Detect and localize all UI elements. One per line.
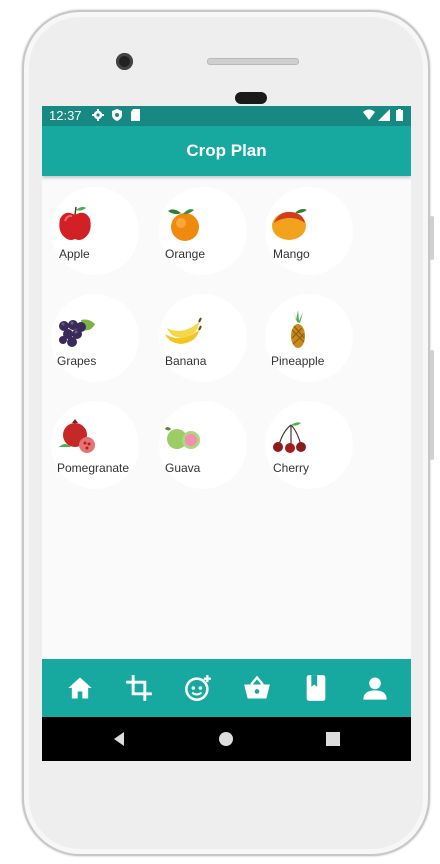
- crop-label: Orange: [165, 247, 206, 261]
- crop-label: Cherry: [273, 461, 310, 475]
- crop-label: Mango: [273, 247, 310, 261]
- pomegranate-icon: [59, 419, 95, 453]
- crop-item-pomegranate[interactable]: Pomegranate: [51, 401, 139, 489]
- cherry-icon: [273, 422, 306, 453]
- home-button-icon[interactable]: [218, 731, 234, 747]
- orange-icon: [168, 209, 199, 241]
- basket-icon[interactable]: [243, 674, 271, 702]
- crop-item-mango[interactable]: Mango: [265, 187, 353, 275]
- crop-item-banana[interactable]: Banana: [159, 294, 247, 382]
- crop-label: Pineapple: [271, 354, 325, 368]
- pineapple-icon: [291, 310, 305, 348]
- app-screen: 12:37 Crop Plan Apple Orange Mango Grape…: [42, 106, 411, 761]
- proximity-sensor: [235, 92, 267, 104]
- home-icon[interactable]: [66, 674, 94, 702]
- crop-label: Apple: [59, 247, 90, 261]
- system-navigation-bar: [42, 717, 411, 761]
- crop-item-orange[interactable]: Orange: [159, 187, 247, 275]
- front-camera: [116, 53, 133, 70]
- page-title: Crop Plan: [186, 141, 267, 160]
- shield-icon: [112, 109, 122, 121]
- bottom-navigation: [42, 659, 411, 717]
- crop-label: Guava: [165, 461, 201, 475]
- crop-label: Pomegranate: [57, 461, 130, 475]
- recents-icon[interactable]: [325, 731, 341, 747]
- mango-icon: [272, 209, 307, 240]
- battery-icon: [396, 109, 403, 121]
- app-bar: Crop Plan: [42, 126, 411, 176]
- crop-item-cherry[interactable]: Cherry: [265, 401, 353, 489]
- volume-button: [430, 216, 434, 260]
- grapes-icon: [59, 319, 95, 347]
- back-icon[interactable]: [111, 731, 127, 747]
- crop-label: Grapes: [57, 354, 97, 368]
- crop-icon[interactable]: [125, 674, 153, 702]
- apple-icon: [59, 206, 91, 240]
- status-time: 12:37: [49, 108, 82, 123]
- guava-icon: [165, 427, 200, 449]
- crop-item-pineapple[interactable]: Pineapple: [265, 294, 353, 382]
- signal-icon: [378, 109, 390, 121]
- plant-doctor-icon[interactable]: [184, 674, 212, 702]
- sd-card-icon: [131, 109, 140, 121]
- crop-item-guava[interactable]: Guava: [159, 401, 247, 489]
- power-button: [430, 350, 434, 460]
- banana-icon: [165, 317, 202, 344]
- crop-label: Banana: [165, 354, 207, 368]
- book-icon[interactable]: [302, 674, 330, 702]
- settings-icon: [92, 109, 104, 121]
- wifi-icon: [363, 109, 375, 120]
- status-bar: 12:37: [42, 106, 411, 126]
- earpiece-speaker: [207, 58, 299, 65]
- profile-icon[interactable]: [361, 674, 389, 702]
- crop-item-apple[interactable]: Apple: [51, 187, 139, 275]
- crop-item-grapes[interactable]: Grapes: [51, 294, 139, 382]
